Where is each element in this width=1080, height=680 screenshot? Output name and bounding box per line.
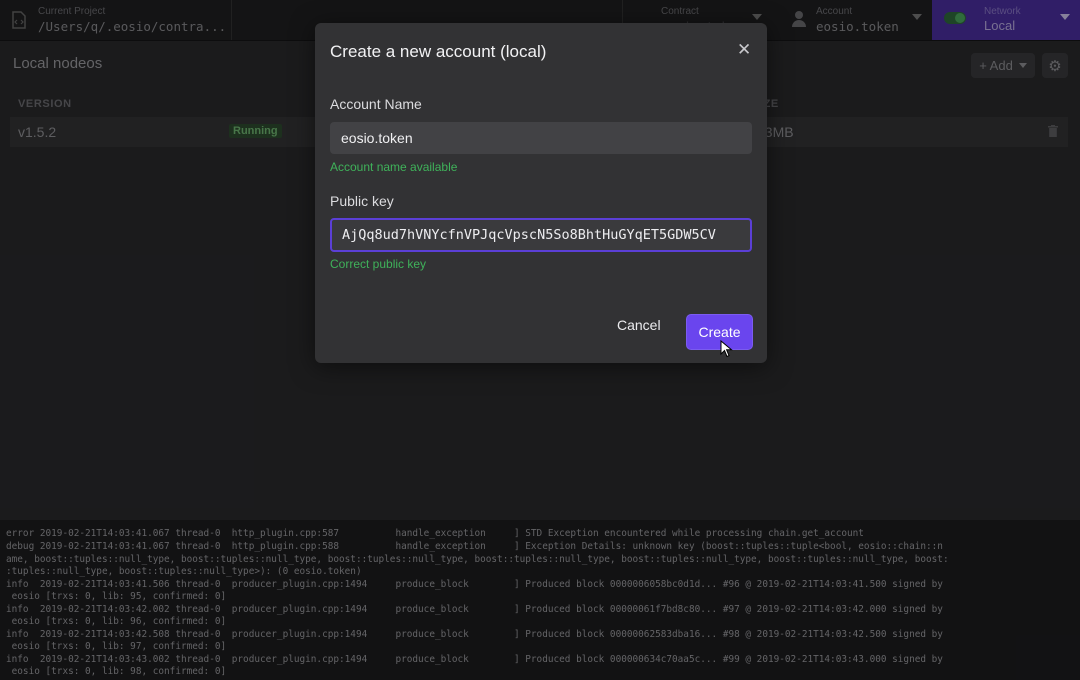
close-icon[interactable]: ✕	[737, 40, 751, 60]
account-name-input[interactable]: eosio.token	[330, 122, 752, 154]
cancel-button[interactable]: Cancel	[617, 317, 661, 333]
account-name-label: Account Name	[330, 96, 422, 112]
account-name-help: Account name available	[330, 160, 458, 174]
public-key-input[interactable]: AjQq8ud7hVNYcfnVPJqcVpscN5So8BhtHuGYqET5…	[330, 218, 752, 252]
create-account-modal: Create a new account (local) ✕ Account N…	[315, 23, 767, 363]
modal-title: Create a new account (local)	[330, 42, 547, 61]
cursor-icon	[720, 340, 733, 358]
public-key-label: Public key	[330, 193, 394, 209]
public-key-help: Correct public key	[330, 257, 427, 271]
